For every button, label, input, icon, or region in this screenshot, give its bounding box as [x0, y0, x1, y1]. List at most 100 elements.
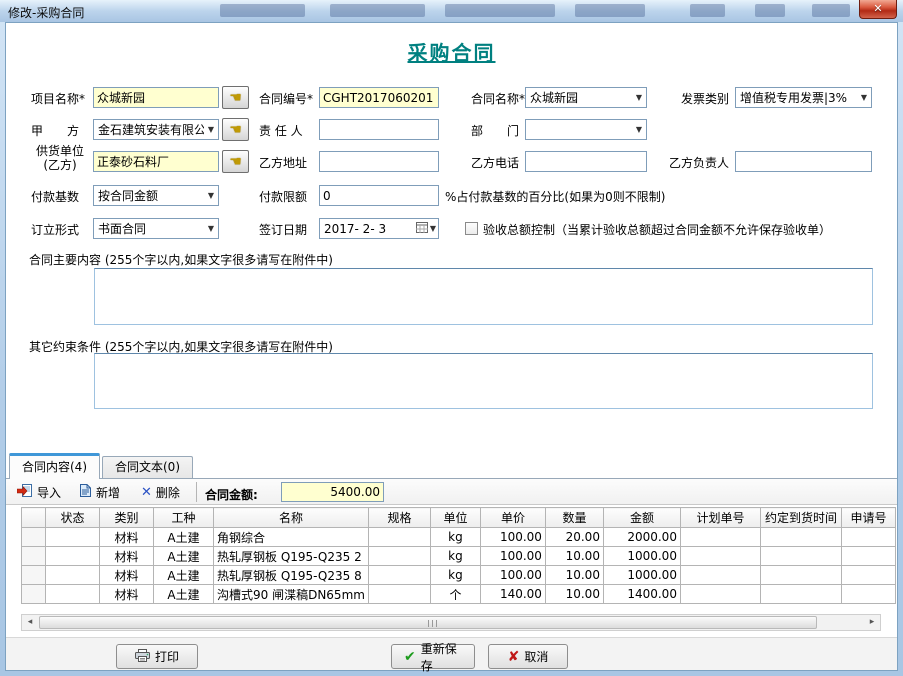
- col-header[interactable]: 单价: [480, 508, 545, 528]
- contract-items-table: 状态 类别 工种 名称 规格 单位 单价 数量 金额 计划单号 约定到货时间 申…: [21, 507, 896, 604]
- party-a-select[interactable]: 金石建筑安装有限公司 ▼: [93, 119, 219, 140]
- hand-icon: ☚: [229, 122, 242, 138]
- acceptance-total-checkbox[interactable]: [465, 222, 478, 235]
- chevron-down-icon: ▼: [632, 125, 646, 134]
- contract-no-input[interactable]: [319, 87, 439, 108]
- contract-form-label: 订立形式: [31, 221, 79, 238]
- other-terms-textarea[interactable]: [94, 353, 873, 409]
- table-row[interactable]: 材料 A土建 沟槽式90 闸渫稿DN65mm 个 140.00 10.00 14…: [22, 585, 896, 604]
- table-row[interactable]: 材料 A土建 热轧厚钢板 Q195-Q235 8 kg 100.00 10.00…: [22, 566, 896, 585]
- contract-name-label: 合同名称*: [471, 90, 525, 107]
- chevron-down-icon: ▼: [857, 93, 871, 102]
- cancel-button[interactable]: ✘ 取消: [488, 644, 568, 669]
- contract-name-select[interactable]: 众城新园 ▼: [525, 87, 647, 108]
- hand-icon: ☚: [229, 90, 242, 106]
- import-icon: [17, 483, 33, 501]
- party-b-phone-label: 乙方电话: [471, 154, 519, 171]
- project-lookup-button[interactable]: ☚: [222, 86, 249, 109]
- close-button[interactable]: ✕: [859, 0, 897, 19]
- department-select[interactable]: ▼: [525, 119, 647, 140]
- footer-bar: 打印 ✔ 重新保存 ✘ 取消: [6, 637, 897, 670]
- payment-limit-note: %占付款基数的百分比(如果为0则不限制): [445, 188, 665, 205]
- detail-toolbar: 导入 新增 ✕ 删除 合同金额:: [6, 478, 897, 505]
- table-row[interactable]: 材料 A土建 角钢综合 kg 100.00 20.00 2000.00: [22, 528, 896, 547]
- party-b-address-input[interactable]: [319, 151, 439, 172]
- party-b-principal-input[interactable]: [735, 151, 872, 172]
- print-button[interactable]: 打印: [116, 644, 198, 669]
- responsible-input[interactable]: [319, 119, 439, 140]
- titlebar-ghost: [755, 4, 785, 17]
- chevron-down-icon: ▼: [632, 93, 646, 102]
- titlebar-ghost: [812, 4, 850, 17]
- col-header[interactable]: 数量: [545, 508, 603, 528]
- table-header-row: 状态 类别 工种 名称 规格 单位 单价 数量 金额 计划单号 约定到货时间 申…: [22, 508, 896, 528]
- party-b-phone-input[interactable]: [525, 151, 647, 172]
- payment-base-label: 付款基数: [31, 188, 79, 205]
- payment-limit-input[interactable]: [319, 185, 439, 206]
- invoice-type-select[interactable]: 增值税专用发票|3% ▼: [735, 87, 872, 108]
- col-header[interactable]: 申请号: [841, 508, 895, 528]
- supplier-lookup-button[interactable]: ☚: [222, 150, 249, 173]
- window-title: 修改-采购合同: [8, 4, 84, 21]
- col-header[interactable]: 金额: [603, 508, 680, 528]
- chevron-down-icon: ▼: [204, 224, 218, 233]
- tab-contract-text[interactable]: 合同文本(0): [102, 456, 193, 479]
- contract-amount-input[interactable]: [281, 482, 384, 502]
- contract-form-select[interactable]: 书面合同 ▼: [93, 218, 219, 239]
- dialog-body: 采购合同 项目名称* ☚ 合同编号* 合同名称* 众城新园 ▼ 发票类别 增值税…: [5, 22, 898, 671]
- tab-strip: 合同内容(4) 合同文本(0): [9, 453, 894, 479]
- payment-limit-label: 付款限额: [259, 188, 307, 205]
- party-b-address-label: 乙方地址: [259, 154, 307, 171]
- check-icon: ✔: [404, 649, 416, 665]
- import-button[interactable]: 导入: [17, 482, 61, 502]
- delete-button[interactable]: ✕ 删除: [141, 482, 180, 502]
- close-icon: ✕: [873, 2, 882, 15]
- chevron-down-icon: ▼: [204, 125, 218, 134]
- contract-amount-label: 合同金额:: [205, 486, 258, 503]
- calendar-icon: [416, 222, 428, 236]
- scroll-right-icon[interactable]: ▸: [864, 615, 880, 630]
- titlebar-ghost: [330, 4, 425, 17]
- col-header[interactable]: 规格: [368, 508, 430, 528]
- cancel-x-icon: ✘: [508, 649, 520, 665]
- printer-icon: [135, 649, 150, 665]
- titlebar-ghost: [690, 4, 725, 17]
- supplier-label: 供货单位 (乙方): [28, 144, 92, 172]
- col-header[interactable]: 名称: [214, 508, 369, 528]
- party-a-lookup-button[interactable]: ☚: [222, 118, 249, 141]
- chevron-down-icon: ▼: [430, 224, 436, 233]
- add-button[interactable]: 新增: [79, 482, 120, 502]
- invoice-type-label: 发票类别: [681, 90, 729, 107]
- main-content-textarea[interactable]: [94, 268, 873, 325]
- table-row[interactable]: 材料 A土建 热轧厚钢板 Q195-Q235 2 kg 100.00 10.00…: [22, 547, 896, 566]
- col-header[interactable]: 状态: [46, 508, 100, 528]
- supplier-input[interactable]: [93, 151, 219, 172]
- contract-no-label: 合同编号*: [259, 90, 313, 107]
- sign-date-label: 签订日期: [259, 221, 307, 238]
- new-document-icon: [79, 483, 92, 501]
- col-header[interactable]: 约定到货时间: [760, 508, 841, 528]
- scrollbar-thumb[interactable]: [39, 616, 817, 629]
- row-selector-header: [22, 508, 46, 528]
- scroll-left-icon[interactable]: ◂: [22, 615, 38, 630]
- col-header[interactable]: 类别: [100, 508, 154, 528]
- delete-x-icon: ✕: [141, 485, 152, 500]
- titlebar-ghost: [575, 4, 645, 17]
- col-header[interactable]: 计划单号: [680, 508, 760, 528]
- col-header[interactable]: 单位: [430, 508, 480, 528]
- project-name-label: 项目名称*: [31, 90, 85, 107]
- department-label: 部 门: [471, 122, 519, 139]
- payment-base-select[interactable]: 按合同金额 ▼: [93, 185, 219, 206]
- titlebar-ghost: [445, 4, 555, 17]
- tab-contract-content[interactable]: 合同内容(4): [9, 453, 100, 479]
- responsible-label: 责 任 人: [259, 122, 303, 139]
- titlebar[interactable]: 修改-采购合同 ✕: [0, 0, 903, 22]
- chevron-down-icon: ▼: [204, 191, 218, 200]
- project-name-input[interactable]: [93, 87, 219, 108]
- hand-icon: ☚: [229, 154, 242, 170]
- save-button[interactable]: ✔ 重新保存: [391, 644, 475, 669]
- party-a-label: 甲 方: [31, 122, 79, 139]
- sign-date-picker[interactable]: 2017- 2- 3 ▼: [319, 218, 439, 239]
- col-header[interactable]: 工种: [154, 508, 214, 528]
- horizontal-scrollbar[interactable]: ◂ ▸: [21, 614, 881, 631]
